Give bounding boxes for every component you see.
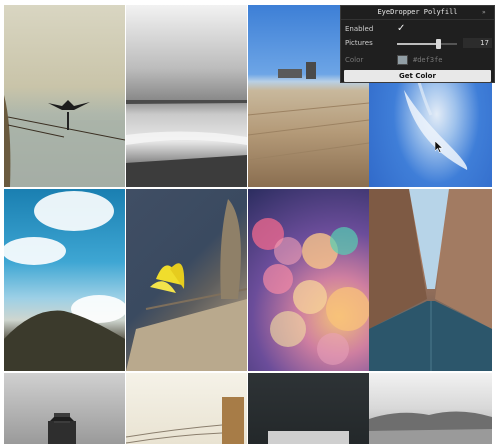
- enabled-label: Enabled: [345, 25, 374, 33]
- gallery-image-cormorant[interactable]: [4, 5, 125, 187]
- pictures-value[interactable]: 17: [463, 38, 492, 48]
- bokeh-art: [252, 218, 369, 365]
- wooden-post-art: [126, 397, 244, 444]
- pictures-slider-thumb[interactable]: [435, 39, 441, 49]
- color-swatch: [397, 55, 408, 65]
- coastal-hills-art: [369, 411, 492, 444]
- gallery-image-wooden-post[interactable]: [126, 373, 247, 444]
- city-street-art: [369, 189, 492, 371]
- enabled-row: Enabled ✓: [341, 22, 494, 36]
- color-value: #def3fe: [413, 56, 443, 64]
- arrow-cursor-icon: [435, 141, 443, 153]
- gallery-image-yellow-leaf[interactable]: [126, 189, 247, 371]
- yellow-leaf-art: [126, 199, 247, 371]
- get-color-button[interactable]: Get Color: [344, 70, 491, 82]
- gallery-image-sky-rock[interactable]: [4, 189, 125, 371]
- pictures-slider-fill: [397, 43, 438, 45]
- collapse-icon[interactable]: »: [482, 8, 490, 17]
- lighthouse-art: [48, 413, 76, 444]
- bw-beach-art: [126, 100, 247, 187]
- gallery-image-coastal-hills[interactable]: [369, 373, 492, 444]
- gallery-image-bokeh[interactable]: [248, 189, 369, 371]
- gallery-image-bw-beach[interactable]: [126, 5, 247, 187]
- gallery-image-city-street[interactable]: [369, 189, 492, 371]
- cormorant-pier-art: [4, 95, 125, 187]
- sky-rock-art: [4, 191, 125, 371]
- gallery-image-dark-surface[interactable]: [248, 373, 369, 444]
- pictures-slider[interactable]: [397, 39, 457, 49]
- panel-title: EyeDropper Polyfill: [341, 6, 494, 20]
- pictures-label: Pictures: [345, 39, 373, 47]
- color-row: Color #def3fe: [341, 53, 494, 67]
- color-label: Color: [345, 56, 364, 64]
- pictures-row: Pictures 17: [341, 36, 494, 50]
- enabled-checkbox[interactable]: ✓: [397, 24, 407, 34]
- eyedropper-panel: EyeDropper Polyfill » Enabled ✓ Pictures…: [340, 5, 495, 83]
- dark-surface-art: [268, 431, 349, 444]
- gallery-image-lighthouse[interactable]: [4, 373, 125, 444]
